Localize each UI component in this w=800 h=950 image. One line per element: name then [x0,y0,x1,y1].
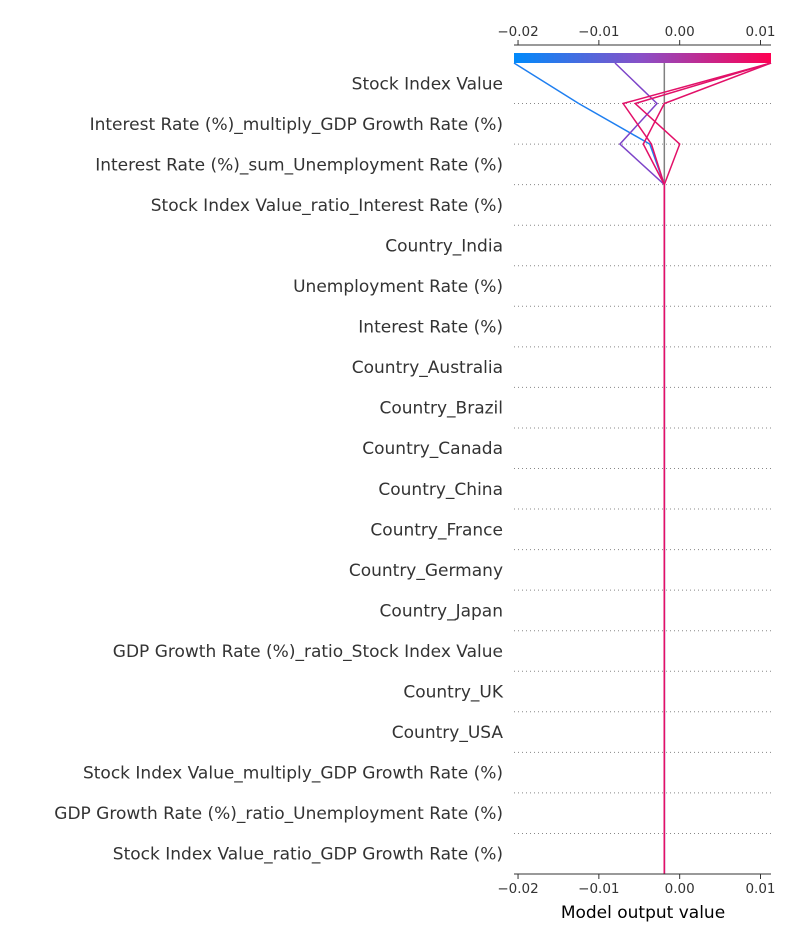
feature-label: Stock Index Value_multiply_GDP Growth Ra… [83,764,503,784]
decision-plot: Stock Index Value Interest Rate (%)_multi… [54,24,776,923]
feature-label: Stock Index Value_ratio_Interest Rate (%… [151,196,503,216]
feature-label: GDP Growth Rate (%)_ratio_Unemployment R… [54,804,503,824]
x-tick-label-bottom: −0.02 [497,881,538,897]
feature-label: Stock Index Value_ratio_GDP Growth Rate … [113,845,503,865]
feature-label: Country_Japan [380,601,503,621]
feature-label: Country_Australia [352,358,503,378]
decision-path-0 [513,62,666,874]
x-ticks-top: −0.02 −0.01 0.00 0.01 [497,24,776,45]
feature-label: Interest Rate (%)_sum_Unemployment Rate … [95,155,503,175]
feature-label: Country_Germany [349,561,503,581]
feature-label: Country_UK [403,683,503,703]
feature-label: Country_India [385,236,503,256]
x-ticks-bottom: −0.02 −0.01 0.00 0.01 [497,874,776,897]
feature-label: Unemployment Rate (%) [293,277,503,297]
x-axis-title: Model output value [561,903,725,923]
x-tick-label-bottom: 0.00 [665,881,695,897]
feature-label: Country_Canada [362,439,503,459]
feature-label: GDP Growth Rate (%)_ratio_Stock Index Va… [113,642,503,662]
x-tick-label-top: 0.00 [665,24,695,40]
x-tick-label-bottom: −0.01 [578,881,619,897]
x-tick-label-top: −0.02 [497,24,538,40]
colorbar [514,53,771,63]
feature-label: Stock Index Value [352,74,503,94]
feature-labels: Stock Index Value Interest Rate (%)_multi… [54,74,504,864]
x-tick-label-bottom: 0.01 [745,881,775,897]
decision-path-2 [621,62,772,874]
feature-label: Country_USA [392,723,504,743]
feature-label: Country_France [370,520,503,540]
feature-label: Interest Rate (%)_multiply_GDP Growth Ra… [90,115,503,135]
feature-label: Country_Brazil [380,399,503,419]
x-tick-label-top: 0.01 [745,24,775,40]
row-dividers [514,103,771,834]
feature-label: Interest Rate (%) [358,318,503,338]
feature-label: Country_China [378,480,503,500]
x-tick-label-top: −0.01 [578,24,619,40]
